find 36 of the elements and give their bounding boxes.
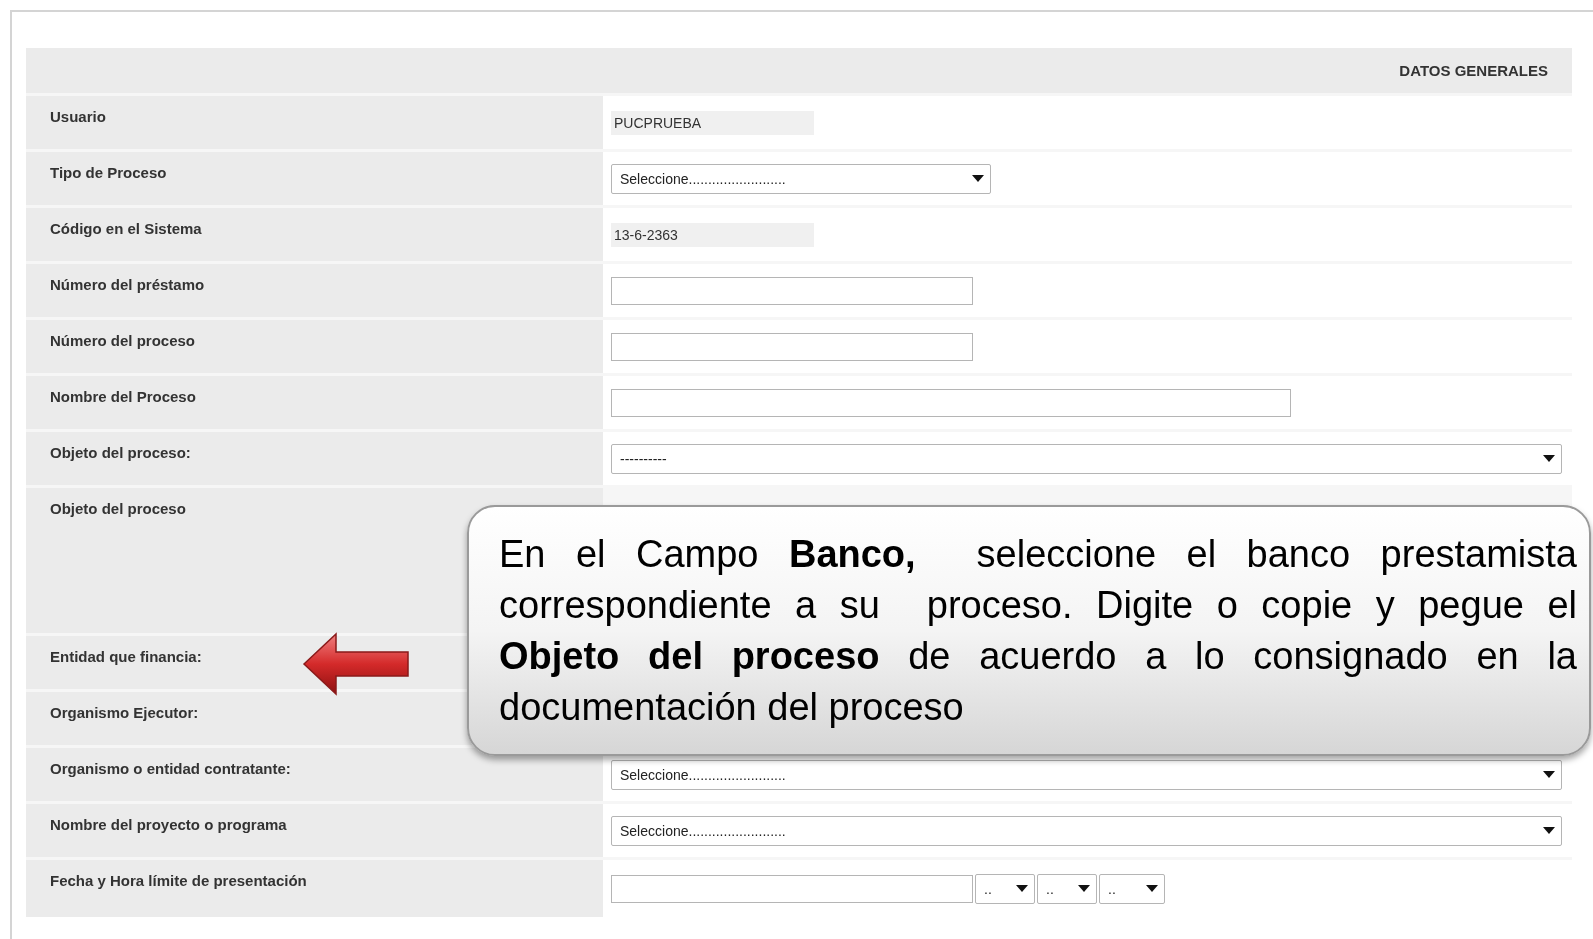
- dropdown-caret-icon: [1543, 771, 1555, 778]
- dropdown-caret-icon: [1543, 455, 1555, 462]
- field-label: Nombre del Proceso: [50, 388, 196, 405]
- left-arrow-icon: [302, 632, 412, 696]
- time-select[interactable]: ..: [975, 873, 1035, 904]
- readonly-value: PUCPRUEBA: [611, 110, 814, 135]
- field-label: Organismo o entidad contratante:: [50, 760, 291, 777]
- readonly-value: 13-6-2363: [611, 222, 814, 247]
- field-label: Usuario: [50, 108, 106, 125]
- dropdown-caret-icon: [972, 175, 984, 182]
- time-select[interactable]: ..: [1099, 873, 1165, 904]
- field-label: Entidad que financia:: [50, 648, 202, 665]
- input-field[interactable]: [611, 388, 1291, 417]
- select-dropdown[interactable]: Seleccione.........................: [611, 815, 1562, 846]
- select-dropdown[interactable]: Seleccione.........................: [611, 759, 1562, 790]
- field-label: Código en el Sistema: [50, 220, 202, 237]
- section-title: DATOS GENERALES: [1399, 62, 1548, 79]
- dropdown-caret-icon: [1078, 885, 1090, 892]
- field-label: Organismo Ejecutor:: [50, 704, 199, 721]
- time-select[interactable]: ..: [1037, 873, 1097, 904]
- field-label: Fecha y Hora límite de presentación: [50, 872, 307, 889]
- input-field[interactable]: [611, 276, 973, 305]
- date-field[interactable]: [611, 874, 973, 903]
- select-dropdown[interactable]: ----------: [611, 443, 1562, 474]
- dropdown-caret-icon: [1016, 885, 1028, 892]
- field-label: Número del proceso: [50, 332, 196, 349]
- input-field[interactable]: [611, 332, 973, 361]
- select-dropdown[interactable]: Seleccione.........................: [611, 163, 991, 194]
- field-label: Nombre del proyecto o programa: [50, 816, 287, 833]
- dropdown-caret-icon: [1543, 827, 1555, 834]
- dropdown-caret-icon: [1146, 885, 1158, 892]
- field-label: Tipo de Proceso: [50, 164, 167, 181]
- field-label: Objeto del proceso: [50, 500, 186, 517]
- callout-text: En el Campo Banco, seleccione el banco prestamista correspondiente a su proceso. Digite o copie y pegue el Objeto del proceso de acuerdo a lo consignado en la documentación del proceso: [499, 532, 1577, 730]
- field-label: Objeto del proceso:: [50, 444, 191, 461]
- field-label: Número del préstamo: [50, 276, 205, 293]
